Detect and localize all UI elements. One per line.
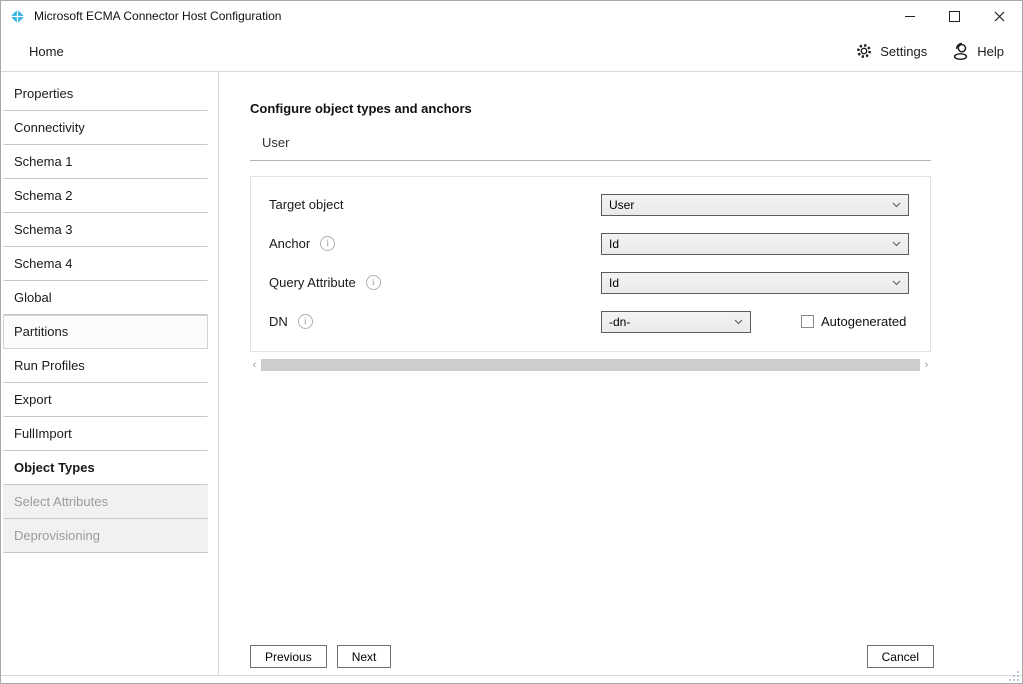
info-icon[interactable]: i: [366, 275, 381, 290]
sidebar-item-schema-3[interactable]: Schema 3: [3, 213, 208, 247]
dn-dropdown[interactable]: -dn-: [601, 311, 751, 333]
dn-label: DN: [269, 314, 288, 329]
previous-button[interactable]: Previous: [250, 645, 327, 668]
autogenerated-option[interactable]: Autogenerated: [801, 314, 906, 329]
help-person-icon: [951, 42, 970, 61]
maximize-icon: [949, 11, 960, 22]
query-attribute-dropdown[interactable]: Id: [601, 272, 909, 294]
sidebar-item-export[interactable]: Export: [3, 383, 208, 417]
window-title: Microsoft ECMA Connector Host Configurat…: [34, 9, 281, 23]
form-row-dn: DN i -dn- Autogenerated: [251, 302, 930, 341]
cancel-button[interactable]: Cancel: [867, 645, 934, 668]
dn-value: -dn-: [609, 315, 630, 329]
query-attribute-value: Id: [609, 276, 619, 290]
sidebar-nav: Properties Connectivity Schema 1 Schema …: [1, 72, 219, 675]
anchor-value: Id: [609, 237, 619, 251]
sidebar-item-select-attributes: Select Attributes: [3, 485, 208, 519]
anchor-dropdown[interactable]: Id: [601, 233, 909, 255]
maximize-button[interactable]: [932, 1, 977, 31]
sidebar-item-global[interactable]: Global: [3, 281, 208, 315]
anchor-label: Anchor: [269, 236, 310, 251]
next-button[interactable]: Next: [337, 645, 392, 668]
settings-button[interactable]: Settings: [855, 42, 927, 60]
query-attribute-label: Query Attribute: [269, 275, 356, 290]
main-pane: Configure object types and anchors User …: [219, 72, 1022, 675]
sidebar-item-schema-2[interactable]: Schema 2: [3, 179, 208, 213]
target-object-dropdown[interactable]: User: [601, 194, 909, 216]
minimize-button[interactable]: [887, 1, 932, 31]
form-row-target-object: Target object User: [251, 185, 930, 224]
form-row-query-attribute: Query Attribute i Id: [251, 263, 930, 302]
help-button[interactable]: Help: [951, 42, 1004, 61]
content-area: Properties Connectivity Schema 1 Schema …: [1, 72, 1022, 675]
sidebar-item-schema-1[interactable]: Schema 1: [3, 145, 208, 179]
sidebar-item-object-types[interactable]: Object Types: [3, 451, 208, 485]
app-window: Microsoft ECMA Connector Host Configurat…: [0, 0, 1023, 684]
settings-label: Settings: [880, 44, 927, 59]
sidebar-item-properties[interactable]: Properties: [3, 77, 208, 111]
info-icon[interactable]: i: [298, 314, 313, 329]
page-title: Configure object types and anchors: [250, 101, 1022, 116]
chevron-down-icon: [892, 202, 901, 208]
tab-user[interactable]: User: [262, 135, 289, 150]
chevron-down-icon: [892, 241, 901, 247]
tab-strip: User: [250, 135, 931, 161]
info-icon[interactable]: i: [320, 236, 335, 251]
scrollbar-thumb[interactable]: [261, 359, 920, 371]
status-strip: [1, 675, 1022, 683]
help-label: Help: [977, 44, 1004, 59]
gear-icon: [855, 42, 873, 60]
minimize-icon: [905, 16, 915, 17]
scroll-left-icon[interactable]: ‹: [250, 358, 259, 372]
horizontal-scrollbar[interactable]: ‹ ›: [250, 358, 931, 372]
menu-home[interactable]: Home: [29, 44, 64, 59]
form-row-anchor: Anchor i Id: [251, 224, 930, 263]
autogenerated-checkbox[interactable]: [801, 315, 814, 328]
sidebar-item-fullimport[interactable]: FullImport: [3, 417, 208, 451]
close-button[interactable]: [977, 1, 1022, 31]
close-icon: [994, 11, 1005, 22]
menu-bar: Home Settings Help: [1, 31, 1022, 72]
scroll-right-icon[interactable]: ›: [922, 358, 931, 372]
chevron-down-icon: [892, 280, 901, 286]
sidebar-item-run-profiles[interactable]: Run Profiles: [3, 349, 208, 383]
sidebar-item-schema-4[interactable]: Schema 4: [3, 247, 208, 281]
sidebar-item-deprovisioning: Deprovisioning: [3, 519, 208, 553]
target-object-value: User: [609, 198, 634, 212]
target-object-label: Target object: [269, 197, 343, 212]
autogenerated-label: Autogenerated: [821, 314, 906, 329]
sidebar-item-connectivity[interactable]: Connectivity: [3, 111, 208, 145]
sidebar-item-partitions[interactable]: Partitions: [3, 315, 208, 349]
app-icon: [10, 9, 25, 24]
object-type-form: Target object User Anchor i Id: [250, 176, 931, 352]
resize-grip-icon[interactable]: [1008, 670, 1020, 682]
title-bar: Microsoft ECMA Connector Host Configurat…: [1, 1, 1022, 31]
chevron-down-icon: [734, 319, 743, 325]
